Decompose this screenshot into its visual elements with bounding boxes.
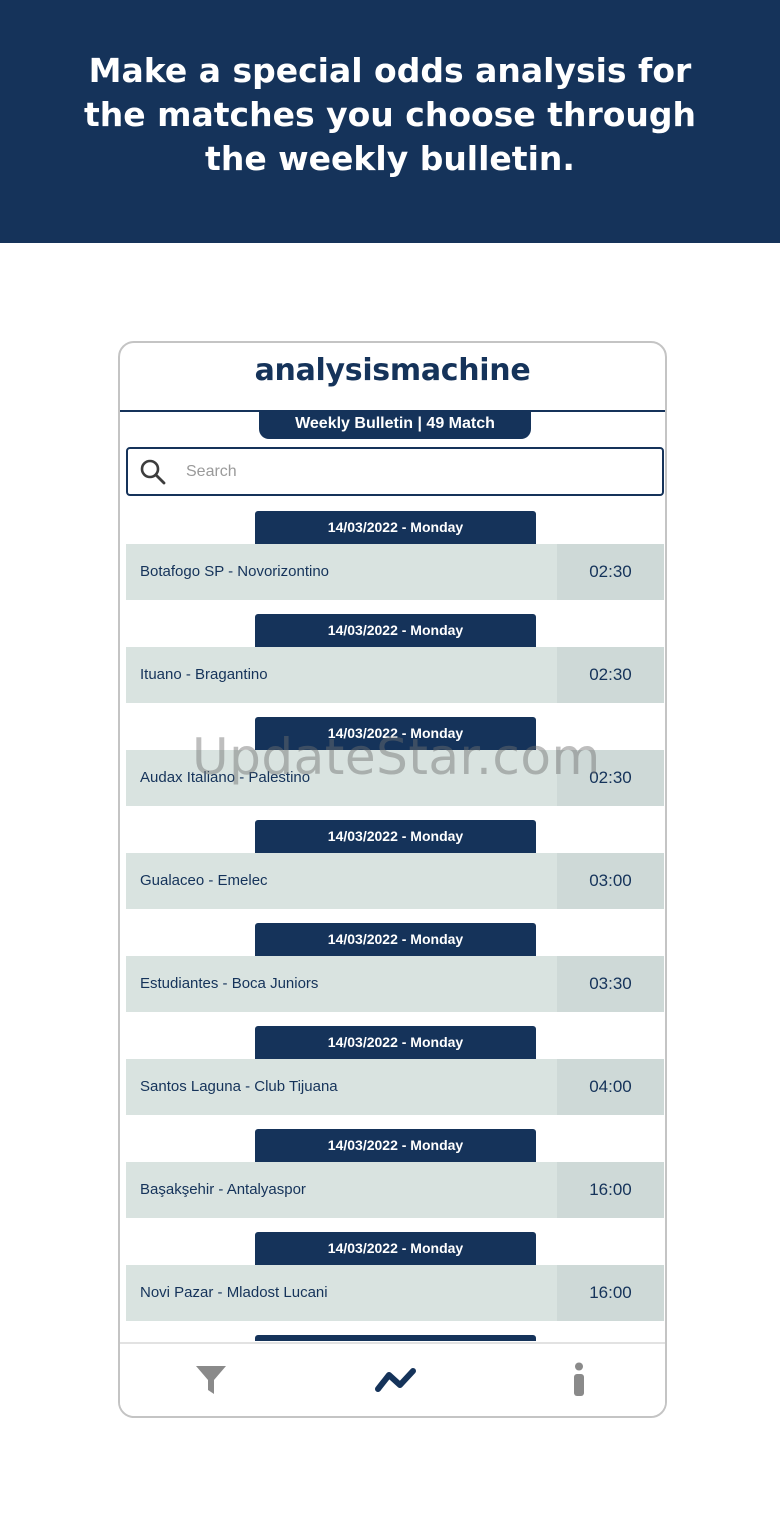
- match-time: 16:00: [557, 1162, 664, 1218]
- match-teams: Botafogo SP - Novorizontino: [140, 563, 330, 580]
- bottom-nav: [120, 1342, 665, 1416]
- match-item-partial[interactable]: [126, 1335, 664, 1341]
- match-time: 02:30: [557, 647, 664, 703]
- match-time: 04:00: [557, 1059, 664, 1115]
- match-time: 16:00: [557, 1265, 664, 1321]
- match-row[interactable]: Santos Laguna - Club Tijuana 04:00: [126, 1059, 664, 1115]
- app-title: analysismachine: [254, 353, 531, 388]
- analysis-icon: [374, 1365, 418, 1400]
- match-item[interactable]: 14/03/2022 - Monday Gualaceo - Emelec 03…: [126, 820, 664, 923]
- match-time: 02:30: [557, 544, 664, 600]
- match-time: 03:00: [557, 853, 664, 909]
- info-icon: [571, 1362, 587, 1403]
- match-row[interactable]: Novi Pazar - Mladost Lucani 16:00: [126, 1265, 664, 1321]
- match-item[interactable]: 14/03/2022 - Monday Santos Laguna - Club…: [126, 1026, 664, 1129]
- match-teams: Estudiantes - Boca Juniors: [140, 975, 319, 992]
- search-icon: [138, 457, 168, 487]
- match-date-partial: [255, 1335, 536, 1341]
- match-item[interactable]: 14/03/2022 - Monday Estudiantes - Boca J…: [126, 923, 664, 1026]
- nav-analysis-button[interactable]: [371, 1362, 421, 1402]
- match-date: 14/03/2022 - Monday: [255, 1129, 536, 1162]
- nav-filter-button[interactable]: [186, 1362, 236, 1402]
- watermark-text: UpdateStar.com: [192, 728, 601, 786]
- match-item[interactable]: 14/03/2022 - Monday Ituano - Bragantino …: [126, 614, 664, 717]
- match-row[interactable]: Gualaceo - Emelec 03:00: [126, 853, 664, 909]
- promo-headline: Make a special odds analysis for the mat…: [83, 50, 697, 178]
- match-date: 14/03/2022 - Monday: [255, 923, 536, 956]
- match-time: 03:30: [557, 956, 664, 1012]
- match-date: 14/03/2022 - Monday: [255, 820, 536, 853]
- match-teams: Santos Laguna - Club Tijuana: [140, 1078, 338, 1095]
- search-input[interactable]: [184, 461, 628, 482]
- match-teams: Başakşehir - Antalyaspor: [140, 1181, 306, 1198]
- match-row[interactable]: Ituano - Bragantino 02:30: [126, 647, 664, 703]
- match-item[interactable]: 14/03/2022 - Monday Novi Pazar - Mladost…: [126, 1232, 664, 1335]
- search-bar[interactable]: [126, 447, 664, 496]
- match-teams: Novi Pazar - Mladost Lucani: [140, 1284, 328, 1301]
- match-date: 14/03/2022 - Monday: [255, 511, 536, 544]
- match-date: 14/03/2022 - Monday: [255, 1232, 536, 1265]
- match-teams: Gualaceo - Emelec: [140, 872, 268, 889]
- match-date: 14/03/2022 - Monday: [255, 614, 536, 647]
- match-row[interactable]: Botafogo SP - Novorizontino 02:30: [126, 544, 664, 600]
- nav-info-button[interactable]: [554, 1362, 604, 1402]
- match-row[interactable]: Estudiantes - Boca Juniors 03:30: [126, 956, 664, 1012]
- bulletin-count-tab: Weekly Bulletin | 49 Match: [259, 411, 531, 439]
- phone-frame: analysismachine Weekly Bulletin | 49 Mat…: [118, 341, 667, 1418]
- match-list[interactable]: 14/03/2022 - Monday Botafogo SP - Novori…: [126, 511, 664, 1341]
- match-date: 14/03/2022 - Monday: [255, 1026, 536, 1059]
- match-row[interactable]: Başakşehir - Antalyaspor 16:00: [126, 1162, 664, 1218]
- promo-banner: Make a special odds analysis for the mat…: [0, 0, 780, 243]
- match-teams: Ituano - Bragantino: [140, 666, 268, 683]
- match-item[interactable]: 14/03/2022 - Monday Botafogo SP - Novori…: [126, 511, 664, 614]
- filter-icon: [194, 1363, 228, 1402]
- match-item[interactable]: 14/03/2022 - Monday Başakşehir - Antalya…: [126, 1129, 664, 1232]
